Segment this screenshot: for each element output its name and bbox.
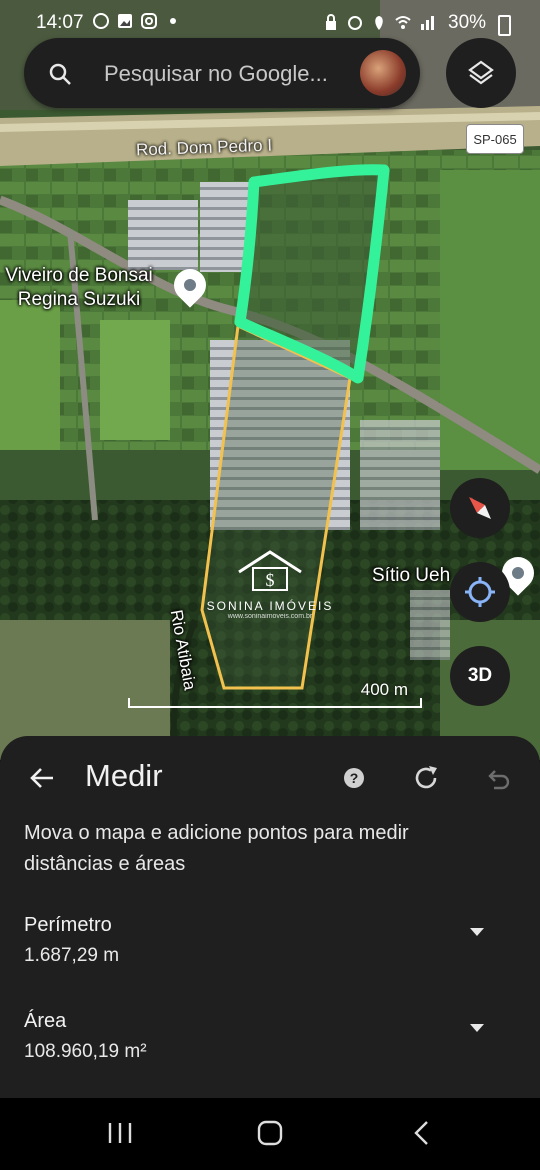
highway-shield[interactable]: SP-065 — [466, 124, 524, 154]
perimeter-value: 1.687,29 m — [24, 945, 120, 966]
status-left-icons — [92, 12, 182, 30]
area-value: 108.960,19 m² — [24, 1041, 147, 1062]
watermark-brand: SONINA IMÓVEIS — [206, 599, 334, 613]
place-name-line1: Sítio Ueh — [372, 565, 451, 586]
satellite-map[interactable]: Rod. Dom Pedro I SP-065 Viveiro de Bonsa… — [0, 0, 540, 760]
panel-title: Medir — [85, 758, 163, 793]
system-nav-bar — [0, 1098, 540, 1170]
place-label-sitio[interactable]: Sítio Ueh — [372, 564, 450, 588]
crosshair-icon — [465, 577, 495, 607]
house-logo-icon: $ — [238, 550, 302, 591]
area-row[interactable]: Área 108.960,19 m² — [24, 1010, 504, 1063]
perimeter-label: Perímetro — [24, 914, 112, 936]
place-label-bonsai[interactable]: Viveiro de Bonsai Regina Suzuki — [0, 264, 158, 312]
status-time: 14:07 — [36, 12, 84, 33]
dot-icon — [164, 12, 182, 30]
my-location-button[interactable] — [450, 562, 510, 622]
place-name-line2: Regina Suzuki — [17, 289, 141, 310]
search-input[interactable] — [102, 56, 356, 92]
measure-panel: Medir ? Mova o mapa e adicione pontos pa… — [0, 736, 540, 1098]
area-label: Área — [24, 1010, 67, 1032]
location-icon — [370, 13, 388, 31]
alarm-icon — [346, 13, 364, 31]
compass-icon — [469, 497, 491, 519]
3d-button[interactable]: 3D — [450, 646, 510, 706]
wifi-icon — [394, 13, 412, 31]
map-scale: 400 m — [128, 678, 422, 708]
signal-icon — [418, 13, 436, 31]
svg-text:$: $ — [266, 570, 275, 590]
gallery-icon — [116, 12, 134, 30]
battery-percent: 30% — [448, 12, 487, 33]
avatar[interactable] — [360, 50, 406, 96]
refresh-icon[interactable] — [412, 764, 440, 792]
search-icon — [49, 63, 71, 85]
compass-button[interactable] — [450, 478, 510, 538]
watermark: $ SONINA IMÓVEIS www.soninaimoveis.com.b… — [200, 548, 340, 620]
back-nav-icon[interactable] — [410, 1118, 434, 1148]
scale-label: 400 m — [360, 680, 408, 699]
help-icon[interactable]: ? — [344, 768, 364, 788]
map-imagery — [0, 0, 540, 760]
recent-apps-icon[interactable] — [106, 1118, 134, 1148]
instagram-icon — [140, 12, 158, 30]
layers-icon — [468, 60, 494, 85]
home-icon[interactable] — [256, 1118, 284, 1148]
status-right-icons — [322, 13, 436, 31]
undo-icon[interactable] — [484, 764, 512, 792]
place-name-line1: Viveiro de Bonsai — [5, 265, 153, 286]
scale-bar — [128, 698, 422, 708]
perimeter-row[interactable]: Perímetro 1.687,29 m — [24, 914, 504, 967]
back-arrow-icon[interactable] — [28, 764, 56, 792]
chevron-down-icon[interactable] — [470, 928, 484, 936]
chevron-down-icon[interactable] — [470, 1024, 484, 1032]
battery-icon — [498, 15, 511, 36]
watermark-site: www.soninaimoveis.com.br — [227, 613, 313, 620]
whatsapp-icon — [92, 12, 110, 30]
layers-button[interactable] — [446, 38, 516, 108]
measure-hint: Mova o mapa e adicione pontos para medir… — [24, 822, 409, 875]
lock-icon — [322, 13, 340, 31]
